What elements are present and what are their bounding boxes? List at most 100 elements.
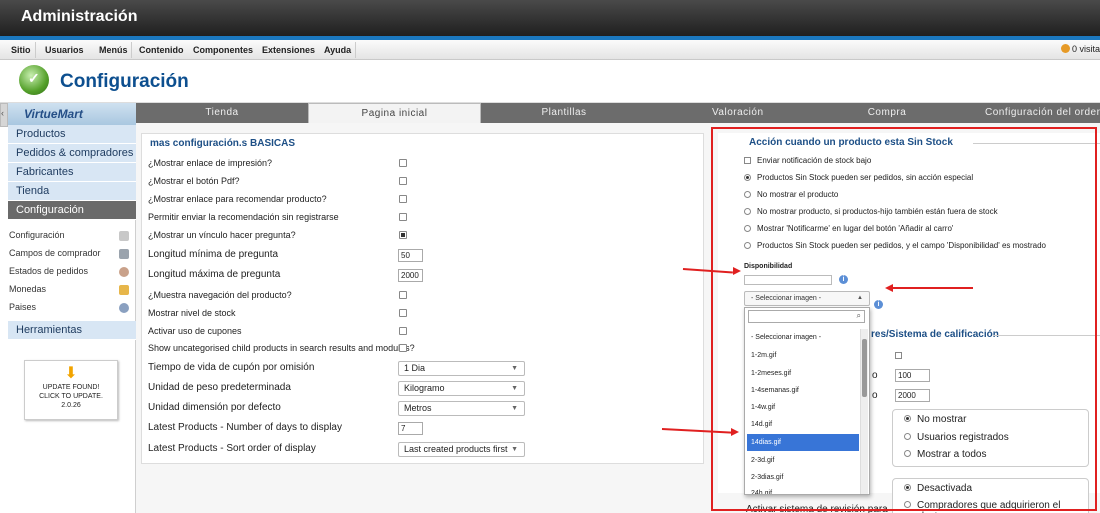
stock-level-checkbox[interactable] [399, 309, 407, 317]
sidebar-sub-paises[interactable]: Paises [8, 299, 136, 317]
coins-icon [119, 285, 129, 295]
min-question-label: Longitud mínima de pregunta [148, 249, 279, 260]
menu-contenido[interactable]: Contenido [139, 45, 184, 55]
update-version: 2.0.26 [61, 402, 81, 409]
tab-plantillas[interactable]: Plantillas [481, 103, 647, 123]
globe-icon [119, 303, 129, 313]
virtuemart-logo: VirtueMart [8, 103, 136, 125]
sidebar-item-label: Productos [16, 128, 66, 140]
latest-sort-label: Latest Products - Sort order of display [148, 443, 316, 454]
menu-separator [131, 42, 132, 58]
pdf-button-label: ¿Mostrar el botón Pdf? [148, 176, 240, 186]
main-menu: Sitio Usuarios Menús Contenido Component… [0, 40, 1100, 60]
tab-pagina-inicial[interactable]: Pagina inicial [308, 103, 481, 123]
uncategorised-children-checkbox[interactable] [399, 344, 407, 352]
sidebar-item-label: Herramientas [16, 324, 83, 336]
recommend-unregistered-checkbox[interactable] [399, 213, 407, 221]
visitors-count[interactable]: 0 visita [1060, 44, 1100, 54]
tools-icon [119, 231, 129, 241]
virtuemart-config-icon: ✓ [19, 65, 49, 95]
coupon-lifetime-label: Tiempo de vida de cupón por omisión [148, 362, 315, 373]
coupon-lifetime-value: 1 Dia [404, 363, 426, 373]
latest-sort-select[interactable]: Last created products first ▼ [398, 442, 525, 457]
recommend-link-checkbox[interactable] [399, 195, 407, 203]
menu-ayuda[interactable]: Ayuda [324, 45, 351, 55]
dimension-unit-label: Unidad dimensión por defecto [148, 402, 281, 413]
page-title: Configuración [60, 71, 189, 92]
download-arrow-icon: ⬇ [64, 365, 78, 382]
coupons-label: Activar uso de cupones [148, 326, 242, 336]
chevron-down-icon: ▼ [511, 405, 518, 412]
sidebar-sub-configuracion[interactable]: Configuración [8, 227, 136, 245]
menu-usuarios[interactable]: Usuarios [45, 45, 84, 55]
min-question-input[interactable]: 50 [398, 249, 423, 262]
menu-sitio[interactable]: Sitio [11, 45, 31, 55]
recommend-unregistered-label: Permitir enviar la recomendación sin reg… [148, 212, 339, 222]
print-link-label: ¿Mostrar enlace de impresión? [148, 158, 273, 168]
latest-sort-value: Last created products first [404, 444, 508, 454]
menu-componentes[interactable]: Componentes [193, 45, 253, 55]
max-question-label: Longitud máxima de pregunta [148, 269, 281, 280]
weight-unit-value: Kilogramo [404, 383, 445, 393]
annotation-arrow-head [885, 284, 893, 292]
update-button[interactable]: ⬇ UPDATE FOUND! CLICK TO UPDATE. 2.0.26 [24, 360, 118, 420]
basic-settings-panel: mas configuración.s BASICAS ¿Mostrar enl… [141, 133, 704, 464]
update-line-2: CLICK TO UPDATE. [39, 393, 103, 400]
sidebar-item-pedidos[interactable]: Pedidos & compradores [8, 144, 136, 163]
logo-text: VirtueMart [24, 107, 83, 121]
sidebar-item-label: Pedidos & compradores [16, 147, 134, 159]
tab-valoracion[interactable]: Valoración [647, 103, 805, 123]
menu-menus[interactable]: Menús [99, 45, 128, 55]
latest-days-label: Latest Products - Number of days to disp… [148, 422, 342, 433]
print-link-checkbox[interactable] [399, 159, 407, 167]
sidebar-sub-label: Estados de pedidos [9, 266, 89, 276]
sidebar-sub-label: Monedas [9, 284, 47, 294]
sidebar-item-productos[interactable]: Productos [8, 125, 136, 144]
sidebar-item-configuracion[interactable]: Configuración [8, 201, 136, 220]
sidebar-sub-campos[interactable]: Campos de comprador [8, 245, 136, 263]
coupon-lifetime-select[interactable]: 1 Dia ▼ [398, 361, 525, 376]
sidebar-toggle[interactable]: ‹ [0, 103, 8, 127]
form-icon [119, 249, 129, 259]
annotation-arrow-head [733, 267, 741, 275]
sidebar-sub-estados[interactable]: Estados de pedidos [8, 263, 136, 281]
config-tabs: Tienda Pagina inicial Plantillas Valorac… [136, 103, 1100, 123]
sidebar-item-label: Fabricantes [16, 166, 74, 178]
tab-compra[interactable]: Compra [805, 103, 969, 123]
sidebar-item-label: Configuración [16, 204, 84, 216]
chevron-down-icon: ▼ [511, 385, 518, 392]
coupons-checkbox[interactable] [399, 327, 407, 335]
menu-separator [355, 42, 356, 58]
dimension-unit-value: Metros [404, 403, 432, 413]
update-line-1: UPDATE FOUND! [42, 384, 100, 391]
sidebar: VirtueMart Productos Pedidos & comprador… [8, 103, 136, 513]
stock-level-label: Mostrar nivel de stock [148, 308, 236, 318]
weight-unit-select[interactable]: Kilogramo ▼ [398, 381, 525, 396]
uncategorised-children-label: Show uncategorised child products in sea… [148, 343, 415, 353]
menu-separator [35, 42, 36, 58]
chevron-left-icon: ‹ [1, 108, 4, 118]
product-nav-checkbox[interactable] [399, 291, 407, 299]
sidebar-item-herramientas[interactable]: Herramientas [8, 321, 136, 340]
tab-configuracion-orden[interactable]: Configuración del order [969, 103, 1100, 123]
product-nav-label: ¿Muestra navegación del producto? [148, 290, 292, 300]
sidebar-sub-label: Configuración [9, 230, 65, 240]
sidebar-item-tienda[interactable]: Tienda [8, 182, 136, 201]
chevron-down-icon: ▼ [511, 365, 518, 372]
ask-question-checkbox[interactable] [399, 231, 407, 239]
latest-days-input[interactable]: 7 [398, 422, 423, 435]
sidebar-sub-label: Paises [9, 302, 37, 312]
dimension-unit-select[interactable]: Metros ▼ [398, 401, 525, 416]
pdf-button-checkbox[interactable] [399, 177, 407, 185]
basic-settings-title: mas configuración.s BASICAS [150, 138, 296, 149]
visitors-label: 0 visita [1071, 44, 1100, 54]
tab-tienda[interactable]: Tienda [136, 103, 308, 123]
weight-unit-label: Unidad de peso predeterminada [148, 382, 291, 393]
sidebar-item-fabricantes[interactable]: Fabricantes [8, 163, 136, 182]
admin-title: Administración [21, 8, 138, 25]
sidebar-sub-monedas[interactable]: Monedas [8, 281, 136, 299]
page-header: ✓ Configuración [0, 60, 1100, 103]
chevron-down-icon: ▼ [511, 446, 518, 453]
menu-extensiones[interactable]: Extensiones [262, 45, 315, 55]
max-question-input[interactable]: 2000 [398, 269, 423, 282]
